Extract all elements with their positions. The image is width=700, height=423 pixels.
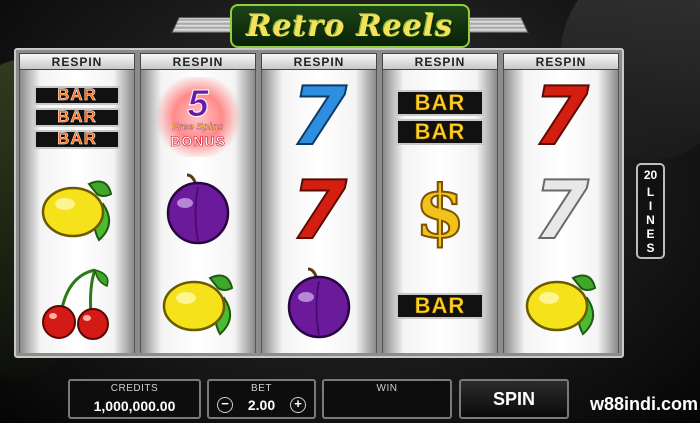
paylines-letter: I — [648, 198, 653, 213]
bar-symbol: BAR BAR — [383, 70, 497, 164]
dollar-symbol: $ — [383, 164, 497, 258]
paylines-letter: L — [646, 184, 655, 199]
reel-1: RESPIN BAR BAR BAR — [19, 53, 135, 353]
bet-label: BET — [251, 383, 272, 394]
seven-symbol: 7 — [262, 70, 376, 164]
plum-symbol — [262, 259, 376, 353]
reels-container: RESPIN BAR BAR BAR RESPIN 5 Free Spins BONUS R… — [19, 53, 619, 353]
seven-glyph: 7 — [290, 70, 348, 164]
bonus-subtext: Free Spins — [172, 121, 224, 133]
win-panel: WIN — [322, 379, 452, 419]
seven-glyph: 7 — [532, 70, 590, 164]
seven-symbol: 7 — [262, 164, 376, 258]
bet-value: 2.00 — [247, 397, 276, 413]
game-logo: Retro Reels — [171, 4, 529, 48]
bar-label: BAR — [396, 118, 484, 145]
reel-2: RESPIN 5 Free Spins BONUS — [140, 53, 256, 353]
bonus-symbol: 5 Free Spins BONUS — [141, 70, 255, 164]
watermark-text: w88indi.com — [589, 394, 698, 414]
respin-button-reel-5[interactable]: RESPIN — [503, 53, 619, 70]
reel-5: RESPIN 7 7 — [503, 53, 619, 353]
bar-label: BAR — [396, 293, 484, 319]
bar-label: BAR — [34, 129, 120, 149]
lemon-symbol — [504, 259, 618, 353]
reel-4: RESPIN BAR BAR $ BAR — [382, 53, 498, 353]
lemon-icon — [521, 268, 601, 343]
bar-label: BAR — [34, 85, 120, 105]
seven-glyph: 7 — [532, 164, 590, 258]
bonus-word: BONUS — [170, 132, 226, 149]
reel-3: RESPIN 7 7 — [261, 53, 377, 353]
bar-symbol: BAR — [383, 259, 497, 353]
bonus-number: 5 — [187, 82, 209, 125]
reel-window: BAR BAR BAR — [19, 70, 135, 353]
win-label: WIN — [376, 383, 398, 394]
bet-panel: BET − 2.00 + — [207, 379, 316, 419]
bar-label: BAR — [396, 89, 484, 116]
bar-label: BAR — [34, 107, 120, 127]
respin-button-reel-3[interactable]: RESPIN — [261, 53, 377, 70]
lemon-symbol — [20, 164, 134, 258]
cherries-symbol — [20, 259, 134, 353]
lemon-icon — [37, 174, 117, 249]
cherries-icon — [37, 266, 117, 345]
logo-plate: Retro Reels — [230, 4, 470, 48]
seven-symbol: 7 — [504, 70, 618, 164]
reels-frame: RESPIN BAR BAR BAR RESPIN 5 Free Spins BONUS R… — [14, 48, 624, 358]
credits-label: CREDITS — [110, 383, 159, 394]
logo-text: Retro Reels — [246, 8, 454, 44]
reel-window: 77 — [503, 70, 619, 353]
bonus-badge: 5 Free Spins BONUS — [153, 77, 243, 158]
reel-window: 5 Free Spins BONUS — [140, 70, 256, 353]
paylines-letter: N — [646, 212, 655, 227]
credits-value: 1,000,000.00 — [93, 398, 176, 414]
bet-decrease-button[interactable]: − — [217, 397, 233, 413]
respin-button-reel-1[interactable]: RESPIN — [19, 53, 135, 70]
bar-stack: BAR BAR — [396, 89, 484, 145]
credits-panel: CREDITS 1,000,000.00 — [68, 379, 201, 419]
seven-symbol: 7 — [504, 164, 618, 258]
bar-symbol: BAR BAR BAR — [20, 70, 134, 164]
reel-window: BAR BAR $ BAR — [382, 70, 498, 353]
paylines-label: LINES — [646, 185, 655, 255]
seven-glyph: 7 — [290, 164, 348, 258]
plum-symbol — [141, 164, 255, 258]
plum-icon — [284, 267, 354, 344]
paylines-indicator: 20 LINES — [636, 163, 665, 259]
respin-button-reel-4[interactable]: RESPIN — [382, 53, 498, 70]
lemon-symbol — [141, 259, 255, 353]
lemon-icon — [158, 268, 238, 343]
paylines-letter: S — [646, 240, 655, 255]
spin-button[interactable]: SPIN — [459, 379, 569, 419]
paylines-count: 20 — [643, 167, 658, 182]
plum-icon — [163, 173, 233, 250]
bet-increase-button[interactable]: + — [290, 397, 306, 413]
bar-stack: BAR BAR BAR — [34, 85, 120, 149]
dollar-glyph: $ — [414, 168, 466, 255]
reel-window: 77 — [261, 70, 377, 353]
paylines-letter: E — [646, 226, 655, 241]
respin-button-reel-2[interactable]: RESPIN — [140, 53, 256, 70]
